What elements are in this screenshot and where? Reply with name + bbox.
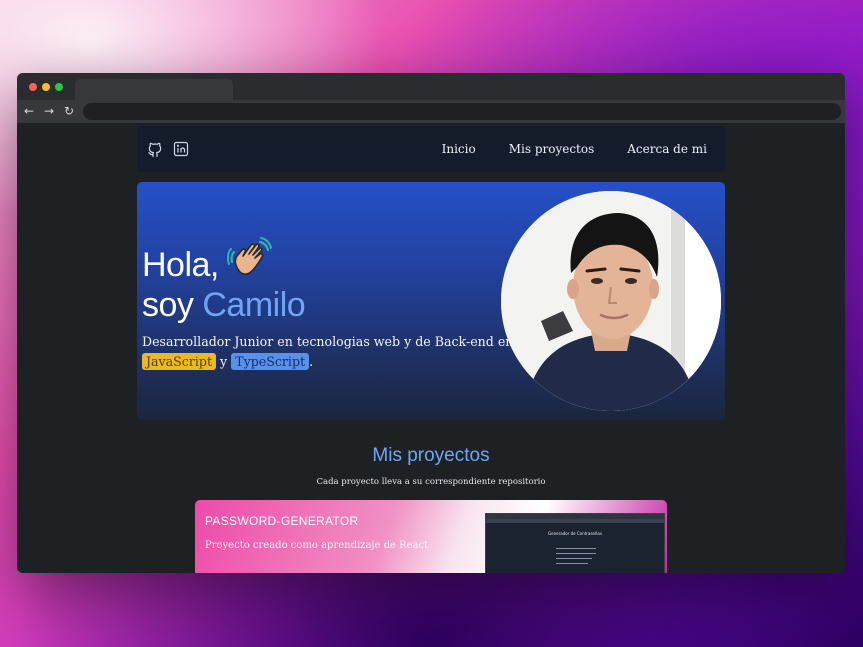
hero-greeting: Hola, <box>142 246 219 284</box>
nav-link-acerca-de-mi[interactable]: Acerca de mi <box>627 142 707 156</box>
project-card-title: PASSWORD-GENERATOR <box>205 514 359 528</box>
hero-description: Desarrollador Junior en tecnologias web … <box>142 332 514 372</box>
forward-arrow-icon[interactable]: → <box>42 103 56 119</box>
projects-subtitle: Cada proyecto lleva a su correspondiente… <box>316 477 546 487</box>
project-card-password-generator[interactable]: PASSWORD-GENERATOR Proyecto creado como … <box>195 500 667 573</box>
browser-tab[interactable] <box>75 79 233 100</box>
browser-titlebar <box>17 73 845 100</box>
nav-link-mis-proyectos[interactable]: Mis proyectos <box>509 142 595 156</box>
profile-photo <box>501 191 721 411</box>
linkedin-icon[interactable] <box>173 141 189 157</box>
hero-section: Hola, soy Camilo Desarrollador Junior en… <box>137 182 725 420</box>
preview-heading: Generador de Contraseñas <box>548 531 602 536</box>
close-window-button[interactable] <box>29 83 37 91</box>
javascript-tag: JavaScript <box>142 353 217 370</box>
minimize-window-button[interactable] <box>42 83 50 91</box>
site-navbar: Inicio Mis proyectos Acerca de mi <box>137 126 725 172</box>
projects-title: Mis proyectos <box>372 445 490 466</box>
hero-desc-conj: y <box>220 354 228 369</box>
back-arrow-icon[interactable]: ← <box>22 103 36 119</box>
hero-desc-main: Desarrollador Junior en tecnologias web … <box>142 334 514 349</box>
project-card-description: Proyecto creado como aprendizaje de Reac… <box>205 540 429 551</box>
github-icon[interactable] <box>147 141 163 157</box>
hero-desc-period: . <box>309 354 314 369</box>
page-content: Inicio Mis proyectos Acerca de mi Hola, <box>17 123 845 573</box>
project-card-preview: Generador de Contraseñas <box>485 513 665 573</box>
hero-name: Camilo <box>202 286 306 324</box>
browser-window: ← → ↻ Inicio Mis proyectos Acerca de mi … <box>17 73 845 573</box>
browser-toolbar: ← → ↻ <box>17 100 845 123</box>
address-bar[interactable] <box>83 103 841 120</box>
typescript-tag: TypeScript <box>231 353 310 370</box>
nav-links: Inicio Mis proyectos Acerca de mi <box>442 126 707 172</box>
nav-link-inicio[interactable]: Inicio <box>442 142 476 156</box>
reload-icon[interactable]: ↻ <box>62 103 76 119</box>
hero-intro: soy <box>142 286 194 324</box>
hero-title: Hola, soy Camilo <box>142 236 306 325</box>
waving-hand-icon <box>226 236 273 282</box>
maximize-window-button[interactable] <box>55 83 63 91</box>
